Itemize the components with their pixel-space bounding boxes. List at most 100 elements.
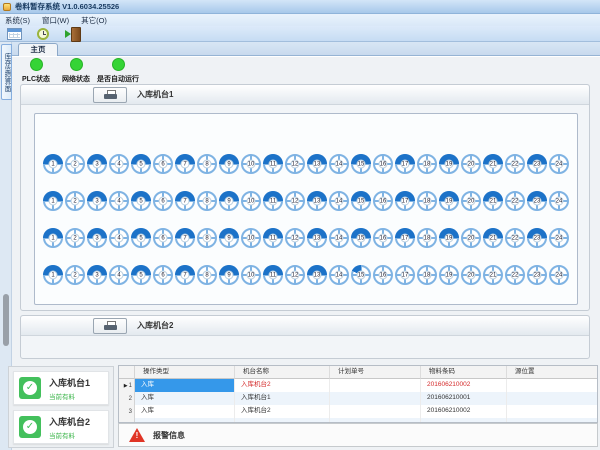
calendar-button[interactable] (5, 27, 23, 41)
auto-run-status-light (112, 58, 125, 71)
wheel-slot: 15 (351, 154, 371, 174)
header-plan-no[interactable]: 计划单号 (330, 366, 421, 379)
wheel-slot: 7 (175, 228, 195, 248)
tab-strip: 主页 (12, 42, 600, 56)
header-barcode[interactable]: 物料条码 (421, 366, 507, 379)
wheel-slot: 23 (527, 228, 547, 248)
wheel-slot: 14 (329, 154, 349, 174)
wheel-number: 7 (181, 197, 190, 206)
tab-home[interactable]: 主页 (18, 43, 58, 56)
wheel-number: 10 (247, 234, 256, 243)
table-row[interactable]: ▶1入库入库机台2201606210002 (119, 379, 597, 392)
machine1-print-button[interactable] (93, 87, 127, 103)
exit-button[interactable] (63, 27, 81, 41)
header-op-type[interactable]: 操作类型 (135, 366, 235, 379)
warning-icon: ! (129, 428, 145, 442)
wheel-slot: 17 (395, 191, 415, 211)
wheel-slot: 18 (417, 154, 437, 174)
cell-barcode[interactable]: 201606210001 (421, 392, 507, 405)
wheel-number: 2 (71, 197, 80, 206)
cell-machine-name[interactable]: 入库机台1 (235, 392, 330, 405)
wheel-slot: 13 (307, 191, 327, 211)
wheel-row-2: 123456789101112131415161718192021222324 (43, 191, 569, 211)
wheel-slot: 5 (131, 154, 151, 174)
alarm-bar: ! 报警信息 (118, 423, 598, 447)
wheel-number: 2 (71, 271, 80, 280)
wheel-slot: 18 (417, 228, 437, 248)
machine-card-2[interactable]: ✓ 入库机台2 当前有料 (13, 410, 109, 444)
wheel-slot: 4 (109, 154, 129, 174)
wheel-number: 12 (291, 160, 300, 169)
machine2-group: 入库机台2 (20, 315, 590, 359)
cell-source[interactable] (507, 379, 597, 392)
wheel-number: 17 (401, 197, 410, 206)
wheel-number: 2 (71, 234, 80, 243)
wheel-number: 14 (335, 234, 344, 243)
titlebar: 卷料暂存系统 V1.0.6034.25526 (0, 0, 600, 14)
cell-machine-name[interactable]: 入库机台2 (235, 405, 330, 418)
header-machine-name[interactable]: 机台名称 (235, 366, 330, 379)
wheel-number: 24 (555, 197, 564, 206)
wheel-slot: 19 (439, 228, 459, 248)
cell-machine-name[interactable]: 入库机台2 (235, 379, 330, 392)
wheel-slot: 16 (373, 228, 393, 248)
cell-barcode[interactable]: 201606210002 (421, 405, 507, 418)
wheel-number: 8 (203, 234, 212, 243)
wheel-slot: 12 (285, 265, 305, 285)
wheel-number: 6 (159, 197, 168, 206)
side-tab-inventory-monitor[interactable]: 库存监控界面 (1, 44, 12, 100)
menu-item-system[interactable]: 系统(S) (5, 15, 30, 26)
cell-op-type[interactable]: 入库 (135, 379, 235, 392)
wheel-number: 18 (423, 234, 432, 243)
cell-plan-no[interactable] (330, 405, 421, 418)
wheel-number: 14 (335, 197, 344, 206)
machine-cards-panel: ✓ 入库机台1 当前有料 ✓ 入库机台2 当前有料 (8, 366, 114, 448)
wheel-number: 3 (93, 197, 102, 206)
wheel-slot: 21 (483, 265, 503, 285)
cell-barcode[interactable]: 201606210002 (421, 379, 507, 392)
table-row[interactable]: 2入库入库机台1 201606210001 (119, 392, 597, 405)
machine2-print-button[interactable] (93, 318, 127, 334)
cell-op-type[interactable]: 入库 (135, 392, 235, 405)
cell-source[interactable] (507, 405, 597, 418)
plc-status-light (30, 58, 43, 71)
wheel-slot: 3 (87, 265, 107, 285)
cell-op-type[interactable]: 入库 (135, 405, 235, 418)
check-icon: ✓ (23, 381, 37, 395)
cell-plan-no[interactable] (330, 392, 421, 405)
machine-card-1[interactable]: ✓ 入库机台1 当前有料 (13, 371, 109, 405)
check-badge: ✓ (19, 377, 41, 399)
clock-button[interactable] (34, 27, 52, 41)
menu-item-other[interactable]: 其它(O) (81, 15, 107, 26)
wheel-number: 22 (511, 271, 520, 280)
wheel-number: 16 (379, 197, 388, 206)
wheel-number: 8 (203, 271, 212, 280)
wheel-number: 5 (137, 234, 146, 243)
card-status: 当前有料 (49, 391, 90, 401)
wheel-slot: 5 (131, 191, 151, 211)
row-gutter: 2 (119, 392, 135, 405)
menu-item-window[interactable]: 窗口(W) (42, 15, 69, 26)
wheel-number: 8 (203, 197, 212, 206)
machine2-header: 入库机台2 (21, 316, 589, 336)
wheel-number: 23 (533, 160, 542, 169)
wheel-slot: 14 (329, 265, 349, 285)
wheel-number: 9 (225, 160, 234, 169)
wheel-number: 21 (489, 234, 498, 243)
wheel-number: 4 (115, 271, 124, 280)
wheel-slot: 16 (373, 265, 393, 285)
splitter-grip[interactable] (3, 294, 9, 346)
wheel-slot: 13 (307, 228, 327, 248)
card-status: 当前有料 (49, 430, 90, 440)
header-source[interactable]: 源位置 (507, 366, 597, 379)
wheel-slot: 8 (197, 154, 217, 174)
wheel-number: 16 (379, 234, 388, 243)
wheel-slot: 12 (285, 154, 305, 174)
cell-plan-no[interactable] (330, 379, 421, 392)
wheel-slot: 21 (483, 228, 503, 248)
wheel-number: 11 (269, 271, 278, 280)
table-row[interactable]: 3入库入库机台2201606210002 (119, 405, 597, 418)
wheel-slot: 11 (263, 265, 283, 285)
cell-source[interactable] (507, 392, 597, 405)
wheel-slot: 4 (109, 191, 129, 211)
